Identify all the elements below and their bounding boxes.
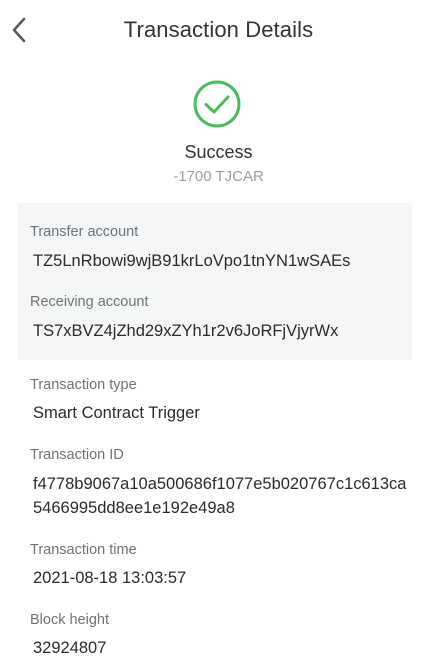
transfer-account-label: Transfer account [30,224,139,240]
transaction-amount: -1700 TJCAR [173,168,264,185]
status-label: Success [184,142,253,162]
block-height-value[interactable]: 32924807 [33,636,106,660]
check-circle-icon [193,80,241,128]
transaction-type-label: Transaction type [30,377,137,393]
transfer-account-value[interactable]: TZ5LnRbowi9wjB91krLoVpo1tnYN1wSAEs [33,249,350,273]
receiving-account-label: Receiving account [30,294,149,310]
page-title: Transaction Details [123,17,314,42]
transaction-time-label: Transaction time [30,542,137,558]
transaction-id-value[interactable]: f4778b9067a10a500686f1077e5b020767c1c613… [33,472,413,520]
transaction-type-value: Smart Contract Trigger [33,404,200,422]
block-height-label: Block height [30,612,109,628]
receiving-account-value[interactable]: TS7xBVZ4jZhd29xZYh1r2v6JoRFjVjyrWx [33,319,338,343]
transaction-id-label: Transaction ID [30,447,124,463]
transaction-time-value: 2021-08-18 13:03:57 [33,569,187,587]
header-bar: Transaction Details [0,0,437,60]
